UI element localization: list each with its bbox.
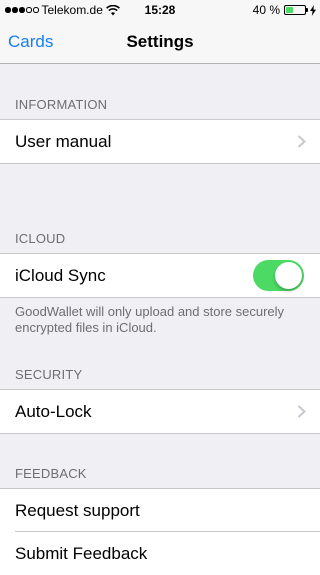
row-label: iCloud Sync (15, 265, 106, 285)
section-header-security: SECURITY (15, 367, 83, 382)
section-header-information: INFORMATION (15, 97, 108, 112)
group-security: Auto-Lock (0, 389, 320, 434)
row-label: Submit Feedback (15, 543, 148, 563)
navigation-bar: Cards Settings (0, 20, 320, 64)
row-label: Request support (15, 500, 140, 520)
battery-fill (286, 7, 294, 13)
section-header-feedback: FEEDBACK (15, 466, 87, 481)
toggle-knob (275, 262, 302, 289)
battery-nub (306, 8, 308, 12)
row-label: Auto-Lock (15, 401, 92, 421)
chevron-right-icon (297, 405, 306, 418)
row-icloud-sync: iCloud Sync (0, 254, 320, 297)
chevron-right-icon (297, 135, 306, 148)
row-label: User manual (15, 131, 112, 151)
icloud-sync-toggle[interactable] (253, 260, 304, 291)
row-auto-lock[interactable]: Auto-Lock (0, 390, 320, 433)
group-feedback: Request support Submit Feedback (0, 488, 320, 575)
row-user-manual[interactable]: User manual (0, 120, 320, 163)
icloud-footer-text: GoodWallet will only upload and store se… (15, 304, 285, 335)
status-bar: Telekom.de 15:28 40 % (0, 0, 320, 20)
section-header-icloud: ICLOUD (15, 231, 66, 246)
group-icloud: iCloud Sync (0, 253, 320, 298)
row-submit-feedback[interactable]: Submit Feedback (0, 531, 320, 575)
row-request-support[interactable]: Request support (0, 489, 320, 532)
charging-bolt-icon (310, 4, 316, 16)
battery-icon (284, 5, 308, 15)
status-bar-right: 40 % (253, 3, 316, 17)
group-information: User manual (0, 119, 320, 164)
page-title: Settings (126, 32, 194, 51)
battery-percentage: 40 % (252, 3, 280, 17)
